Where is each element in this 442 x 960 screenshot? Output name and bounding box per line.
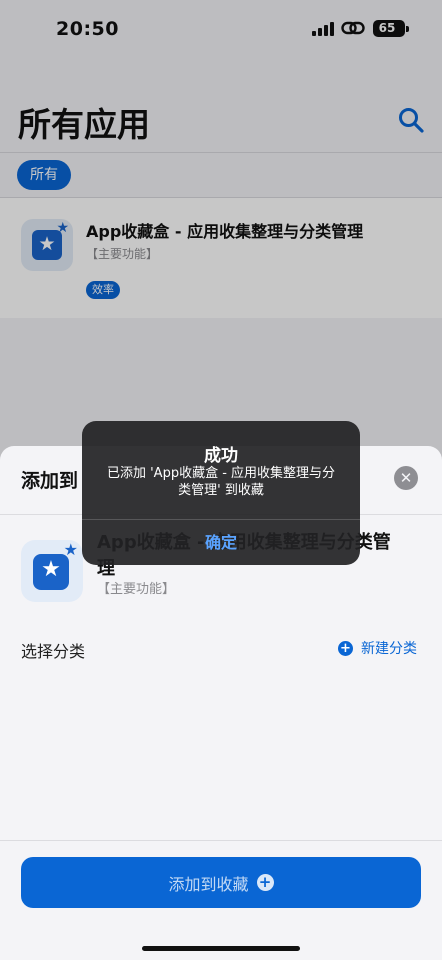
add-to-favorites-label: 添加到收藏	[168, 874, 249, 894]
alert-ok-button[interactable]: 确定	[82, 520, 360, 565]
app-icon: ★ ★	[21, 540, 83, 602]
plus-circle-icon: +	[338, 640, 353, 656]
plus-circle-icon: +	[256, 874, 274, 891]
sheet-title: 添加到	[21, 470, 79, 492]
alert-message: 已添加 'App收藏盒 - 应用收集整理与分类管理' 到收藏	[106, 466, 336, 498]
new-category-button[interactable]: + 新建分类	[338, 638, 417, 658]
close-icon[interactable]: ✕	[394, 466, 418, 490]
choose-category-label: 选择分类	[21, 642, 86, 661]
success-alert: 成功 已添加 'App收藏盒 - 应用收集整理与分类管理' 到收藏 确定	[82, 421, 360, 565]
home-indicator	[142, 946, 300, 951]
alert-title: 成功	[204, 446, 238, 466]
sheet-app-subtitle: 【主要功能】	[97, 582, 176, 597]
new-category-label: 新建分类	[361, 641, 417, 657]
star-icon: ★	[41, 557, 61, 582]
divider	[0, 840, 442, 841]
star-badge-icon: ★	[63, 540, 78, 559]
add-to-favorites-button[interactable]: 添加到收藏 +	[21, 857, 421, 908]
